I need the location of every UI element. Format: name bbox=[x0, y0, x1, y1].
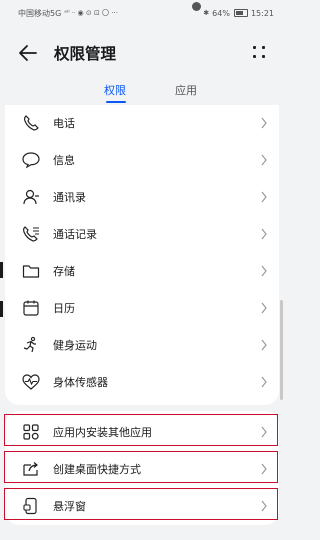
chevron-right-icon bbox=[261, 228, 267, 240]
battery-icon bbox=[233, 9, 248, 17]
bluetooth-icon: ✱ bbox=[203, 9, 210, 17]
list-item-label: 健身运动 bbox=[53, 339, 97, 352]
list-item-fitness[interactable]: 健身运动 bbox=[5, 327, 279, 364]
heart-rate-icon bbox=[22, 374, 40, 390]
tab-indicator bbox=[106, 101, 126, 103]
scrollbar[interactable] bbox=[280, 300, 283, 400]
chevron-right-icon bbox=[261, 154, 267, 166]
phone-icon bbox=[23, 115, 39, 131]
battery-percent: 64% bbox=[212, 8, 230, 18]
message-icon bbox=[22, 152, 40, 169]
list-item-contacts[interactable]: 通讯录 bbox=[5, 179, 279, 216]
list-item-label: 身体传感器 bbox=[53, 376, 108, 389]
edge-indicator bbox=[0, 262, 3, 278]
edge-indicator bbox=[0, 301, 3, 317]
chevron-right-icon bbox=[261, 117, 267, 129]
chevron-right-icon bbox=[261, 302, 267, 314]
contacts-icon bbox=[23, 189, 39, 205]
list-item-body-sensors[interactable]: 身体传感器 bbox=[5, 364, 279, 401]
header: 权限管理 bbox=[0, 36, 284, 70]
tab-permissions[interactable]: 权限 bbox=[104, 82, 126, 98]
list-item-label: 信息 bbox=[53, 154, 75, 167]
list-item-call-log[interactable]: 通话记录 bbox=[5, 216, 279, 253]
list-item-label: 日历 bbox=[53, 302, 75, 315]
list-item-label: 通话记录 bbox=[53, 228, 97, 241]
clock: 15:21 bbox=[250, 8, 274, 18]
carrier-label: 中国移动5G bbox=[18, 8, 62, 18]
status-icons: ᵃᴵˡ ᐧᐧ ◉ ⊙ ⊡ 〇 ··· bbox=[64, 9, 118, 17]
highlight-box bbox=[4, 451, 278, 483]
chevron-right-icon bbox=[261, 376, 267, 388]
page-title: 权限管理 bbox=[54, 45, 117, 63]
list-item-label: 存储 bbox=[53, 265, 75, 278]
camera-cutout bbox=[192, 2, 201, 11]
highlight-box bbox=[4, 414, 278, 446]
list-item-calendar[interactable]: 日历 bbox=[5, 290, 279, 327]
running-icon bbox=[23, 336, 36, 353]
tab-apps[interactable]: 应用 bbox=[175, 82, 197, 98]
back-arrow-icon[interactable] bbox=[18, 44, 38, 62]
status-bar: 中国移动5G ᵃᴵˡ ᐧᐧ ◉ ⊙ ⊡ 〇 ··· ✱ 64% 15:21 bbox=[0, 0, 284, 26]
list-item-label: 电话 bbox=[53, 117, 75, 130]
list-item-message[interactable]: 信息 bbox=[5, 142, 279, 179]
call-log-icon bbox=[22, 226, 39, 242]
list-item-phone[interactable]: 电话 bbox=[5, 105, 279, 142]
chevron-right-icon bbox=[261, 339, 267, 351]
chevron-right-icon bbox=[261, 265, 267, 277]
list-item-label: 通讯录 bbox=[53, 191, 86, 204]
more-options-icon[interactable] bbox=[253, 46, 267, 60]
folder-icon bbox=[22, 265, 40, 278]
list-item-storage[interactable]: 存储 bbox=[5, 253, 279, 290]
highlight-box bbox=[4, 488, 278, 520]
permission-list: 电话 信息 通讯录 通话记录 存储 日历 健身运动 身体传感器 bbox=[5, 105, 279, 405]
calendar-icon bbox=[23, 300, 39, 316]
tab-bar: 权限 应用 bbox=[0, 80, 284, 104]
chevron-right-icon bbox=[261, 191, 267, 203]
